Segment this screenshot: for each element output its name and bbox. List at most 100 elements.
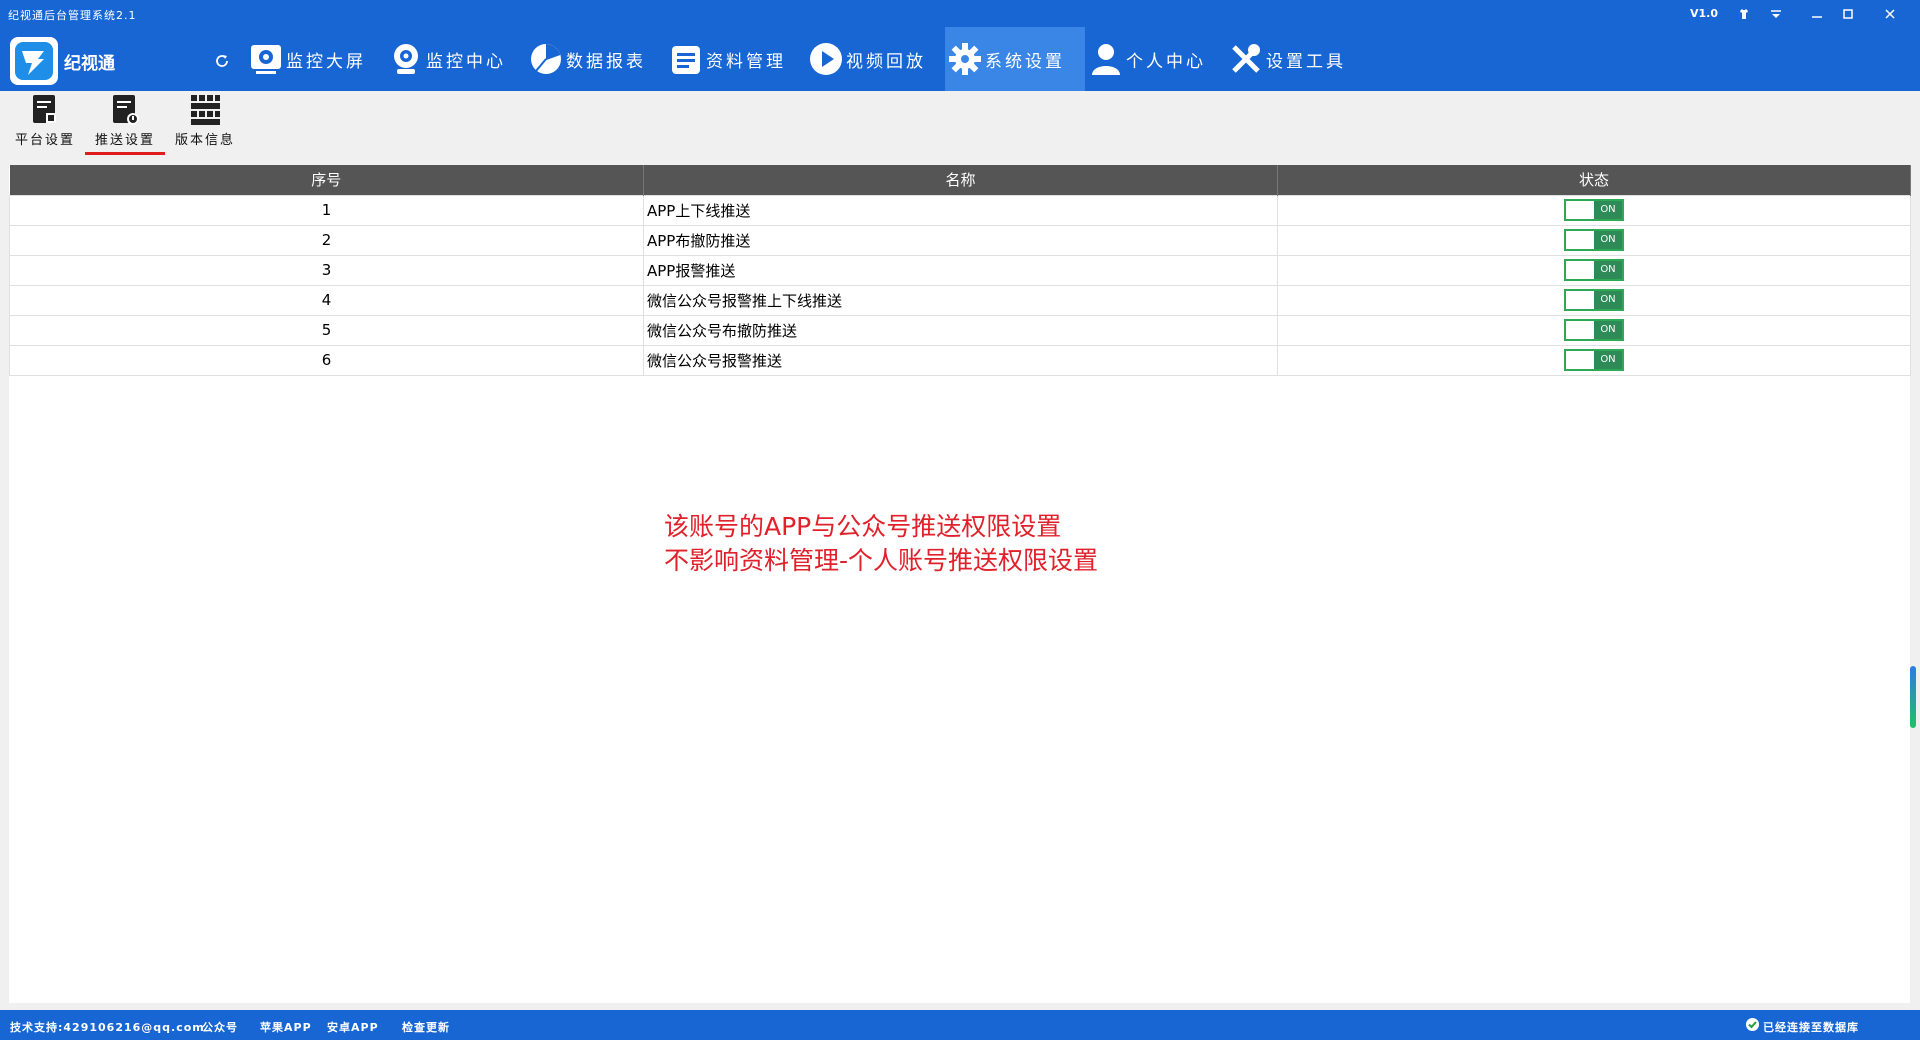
android-app-link[interactable]: 安卓APP <box>327 1019 379 1035</box>
nav-monitor-screen[interactable]: 监控大屏 <box>246 27 376 91</box>
nav-label: 监控大屏 <box>286 51 366 72</box>
tools-icon <box>1226 39 1266 79</box>
row-index: 6 <box>9 344 644 376</box>
row-state: ON <box>1277 254 1911 286</box>
main-nav: 纪视通 监控大屏 监控中心 数据报表 资料管理 视频回放 系统设置 个人中心 设… <box>0 27 1920 91</box>
toggle-label: ON <box>1594 351 1622 369</box>
menu-dropdown-icon[interactable] <box>1756 0 1796 27</box>
table-header-row: 序号 名称 状态 <box>9 165 1911 195</box>
sub-tab-label: 平台设置 <box>14 133 75 148</box>
nav-label: 监控中心 <box>426 51 506 72</box>
row-index: 1 <box>9 194 644 226</box>
row-index: 5 <box>9 314 644 346</box>
apple-app-link[interactable]: 苹果APP <box>260 1019 312 1035</box>
toggle-label: ON <box>1594 291 1622 309</box>
table-row[interactable]: 2 APP布撤防推送 ON <box>9 224 1911 256</box>
camera-icon <box>386 39 426 79</box>
connection-status: 已经连接至数据库 <box>1763 1021 1859 1034</box>
row-name: APP上下线推送 <box>643 194 1278 226</box>
row-state: ON <box>1277 194 1911 226</box>
annotation-line-1: 该账号的APP与公众号推送权限设置 <box>664 512 1062 541</box>
row-name: 微信公众号报警推上下线推送 <box>643 284 1278 316</box>
row-state: ON <box>1277 344 1911 376</box>
state-toggle[interactable]: ON <box>1564 259 1624 281</box>
platform-settings-icon <box>33 95 56 123</box>
logo-icon <box>15 42 53 80</box>
state-toggle[interactable]: ON <box>1564 319 1624 341</box>
logo-text: 纪视通 <box>64 54 115 74</box>
row-state: ON <box>1277 284 1911 316</box>
check-update-link[interactable]: 检查更新 <box>402 1019 450 1035</box>
nav-label: 资料管理 <box>706 51 786 72</box>
sub-toolbar: 平台设置 推送设置 版本信息 <box>0 91 1920 158</box>
maximize-button[interactable] <box>1828 0 1868 27</box>
pie-chart-icon <box>526 39 566 79</box>
scroll-indicator[interactable] <box>1910 666 1916 728</box>
table-row[interactable]: 1 APP上下线推送 ON <box>9 194 1911 226</box>
nav-label: 设置工具 <box>1266 51 1346 72</box>
push-settings-table: 序号 名称 状态 1 APP上下线推送 ON 2 APP布撤防推送 ON 3 A… <box>9 165 1911 376</box>
active-tab-underline <box>85 152 165 155</box>
row-name: 微信公众号报警推送 <box>643 344 1278 376</box>
status-bar: 技术支持:429106216@qq.com 公众号 苹果APP 安卓APP 检查… <box>0 1010 1920 1040</box>
row-name: APP报警推送 <box>643 254 1278 286</box>
nav-data-management[interactable]: 资料管理 <box>666 27 796 91</box>
sub-tab-label: 推送设置 <box>94 133 155 148</box>
wechat-link[interactable]: 公众号 <box>202 1019 238 1035</box>
nav-data-report[interactable]: 数据报表 <box>526 27 656 91</box>
row-index: 2 <box>9 224 644 256</box>
play-icon <box>806 39 846 79</box>
table-row[interactable]: 4 微信公众号报警推上下线推送 ON <box>9 284 1911 316</box>
state-toggle[interactable]: ON <box>1564 229 1624 251</box>
table-row[interactable]: 5 微信公众号布撤防推送 ON <box>9 314 1911 346</box>
annotation-line-2: 不影响资料管理-个人账号推送权限设置 <box>664 546 1099 575</box>
annotation-note: 该账号的APP与公众号推送权限设置 不影响资料管理-个人账号推送权限设置 <box>664 510 1098 578</box>
nav-personal-center[interactable]: 个人中心 <box>1086 27 1216 91</box>
close-button[interactable] <box>1870 0 1910 27</box>
state-toggle[interactable]: ON <box>1564 349 1624 371</box>
document-icon <box>666 39 706 79</box>
tab-version-info[interactable]: 版本信息 <box>165 93 245 155</box>
nav-system-settings[interactable]: 系统设置 <box>945 27 1085 91</box>
version-label: V1.0 <box>1690 7 1718 20</box>
toggle-label: ON <box>1594 201 1622 219</box>
tab-platform-settings[interactable]: 平台设置 <box>5 93 85 155</box>
monitor-screen-icon <box>246 39 286 79</box>
refresh-icon[interactable] <box>210 49 234 73</box>
state-toggle[interactable]: ON <box>1564 199 1624 221</box>
row-index: 4 <box>9 284 644 316</box>
gear-icon <box>945 39 985 79</box>
window-title: 纪视通后台管理系统2.1 <box>8 9 137 22</box>
table-row[interactable]: 6 微信公众号报警推送 ON <box>9 344 1911 376</box>
row-name: APP布撤防推送 <box>643 224 1278 256</box>
toggle-label: ON <box>1594 261 1622 279</box>
nav-label: 系统设置 <box>985 51 1065 72</box>
support-contact: 技术支持:429106216@qq.com <box>10 1021 205 1034</box>
title-bar: 纪视通后台管理系统2.1 V1.0 <box>0 0 1920 27</box>
nav-video-playback[interactable]: 视频回放 <box>806 27 936 91</box>
connected-check-icon <box>1746 1018 1759 1031</box>
state-toggle[interactable]: ON <box>1564 289 1624 311</box>
table-row[interactable]: 3 APP报警推送 ON <box>9 254 1911 286</box>
version-info-icon <box>191 95 220 125</box>
nav-label: 数据报表 <box>566 51 646 72</box>
push-settings-icon <box>113 95 139 125</box>
app-logo <box>10 37 58 85</box>
push-settings-panel: 序号 名称 状态 1 APP上下线推送 ON 2 APP布撤防推送 ON 3 A… <box>9 165 1911 1003</box>
column-header-name[interactable]: 名称 <box>643 165 1278 195</box>
row-name: 微信公众号布撤防推送 <box>643 314 1278 346</box>
sub-tab-label: 版本信息 <box>174 133 235 148</box>
tab-push-settings[interactable]: 推送设置 <box>85 93 165 155</box>
toggle-label: ON <box>1594 321 1622 339</box>
nav-label: 个人中心 <box>1126 51 1206 72</box>
nav-tools[interactable]: 设置工具 <box>1226 27 1366 91</box>
column-header-state[interactable]: 状态 <box>1277 165 1911 195</box>
user-icon <box>1086 39 1126 79</box>
row-state: ON <box>1277 224 1911 256</box>
toggle-label: ON <box>1594 231 1622 249</box>
nav-monitor-center[interactable]: 监控中心 <box>386 27 516 91</box>
column-header-index[interactable]: 序号 <box>9 165 644 195</box>
row-index: 3 <box>9 254 644 286</box>
row-state: ON <box>1277 314 1911 346</box>
nav-label: 视频回放 <box>846 51 926 72</box>
